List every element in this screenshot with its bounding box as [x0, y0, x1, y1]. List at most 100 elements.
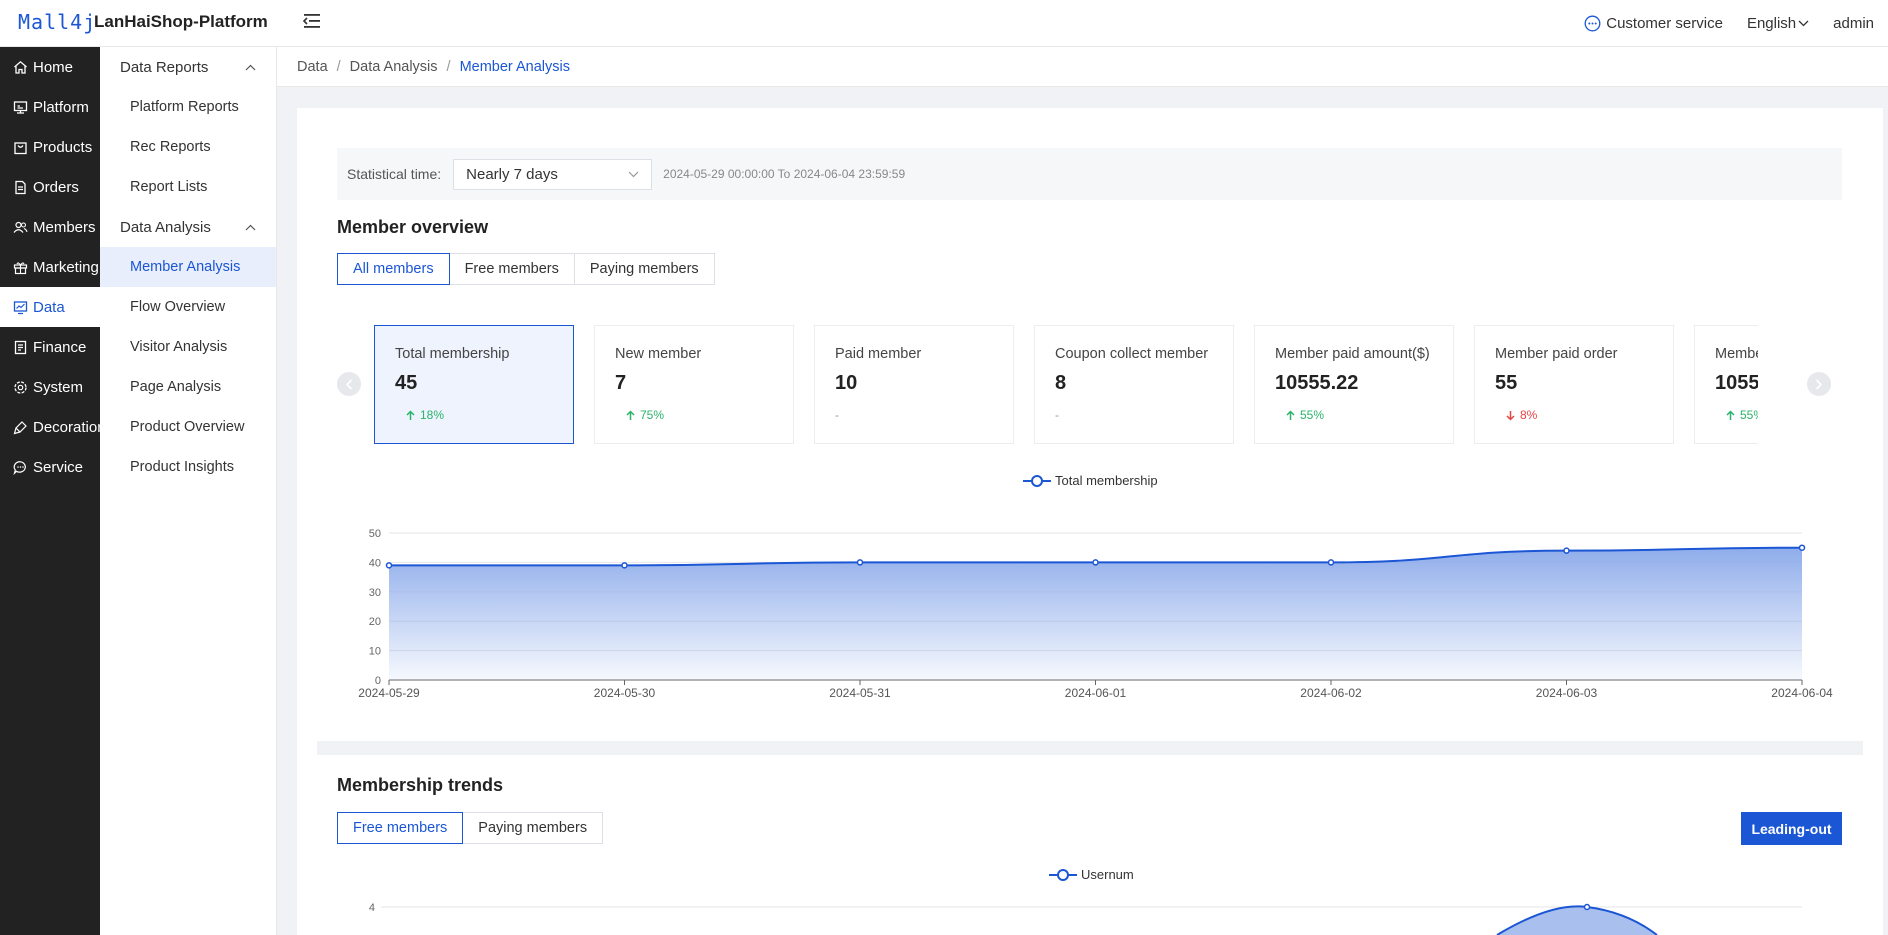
- metric-trend: 55%: [1286, 408, 1453, 422]
- nav-system[interactable]: System: [0, 367, 100, 407]
- metric-card[interactable]: Member paid amount($) 10555.22 55%: [1254, 325, 1454, 444]
- legend-label: Total membership: [1055, 473, 1158, 488]
- arrow-up-icon: [626, 409, 635, 420]
- nav-label: Products: [33, 138, 93, 156]
- total-membership-chart: 010203040502024-05-29 2024-05-30 2024-05-3…: [358, 528, 1833, 700]
- breadcrumb-item-data-analysis[interactable]: Data Analysis: [350, 59, 438, 75]
- metric-value: 45: [395, 372, 418, 394]
- chevron-left-icon: [345, 378, 353, 390]
- x-tick-label: 2024-05-31: [829, 686, 891, 700]
- x-tick-label: 2024-05-29: [358, 686, 420, 700]
- metric-trend: 55%: [1726, 408, 1758, 422]
- nav-label: Platform: [33, 98, 89, 116]
- series-area: [389, 547, 1802, 680]
- metric-label: Member client price: [1715, 346, 1758, 362]
- metric-cards-viewport: Total membership 45 18% New member 7 75% Paid …: [374, 325, 1758, 445]
- metric-trend: 18%: [406, 408, 573, 422]
- trend-chart-legend[interactable]: Usernum: [1049, 867, 1134, 882]
- nav-item-report-lists[interactable]: Report Lists: [100, 167, 276, 207]
- nav-group-data-analysis[interactable]: Data Analysis: [100, 207, 276, 247]
- nav-label: System: [33, 378, 84, 396]
- y-tick-label: 40: [369, 557, 381, 569]
- metric-card[interactable]: Member paid order 55 8%: [1474, 325, 1674, 444]
- secondary-sidebar: Data Reports Platform Reports Rec Report…: [100, 47, 277, 935]
- chevron-up-icon: [245, 64, 256, 70]
- metric-value: 55: [1495, 372, 1518, 394]
- nav-group-data-reports[interactable]: Data Reports: [100, 47, 276, 87]
- metric-trend: 75%: [626, 408, 793, 422]
- chart-legend[interactable]: Total membership: [1023, 473, 1158, 488]
- metric-label: Member paid order: [1495, 346, 1618, 362]
- breadcrumb-item-data[interactable]: Data: [297, 59, 328, 75]
- carousel-prev-button[interactable]: [337, 372, 361, 396]
- nav-members[interactable]: Members: [0, 207, 100, 247]
- nav-item-product-insights[interactable]: Product Insights: [100, 447, 276, 487]
- arrow-up-icon: [406, 409, 415, 420]
- nav-home[interactable]: Home: [0, 47, 100, 87]
- nav-item-page-analysis[interactable]: Page Analysis: [100, 367, 276, 407]
- nav-products[interactable]: Products: [0, 127, 100, 167]
- nav-item-visitor-analysis[interactable]: Visitor Analysis: [100, 327, 276, 367]
- data-point: [385, 562, 393, 569]
- brand-name: LanHaiShop-Platform: [94, 12, 268, 31]
- nav-label: Data: [33, 298, 65, 316]
- metric-trend: 8%: [1506, 408, 1673, 422]
- y-tick-label: 20: [369, 616, 381, 628]
- metric-card[interactable]: Coupon collect member 8 -: [1034, 325, 1234, 444]
- tab-paying-members[interactable]: Paying members: [573, 253, 715, 285]
- metric-trend-value: 55%: [1300, 408, 1325, 422]
- metric-card[interactable]: Total membership 45 18%: [374, 325, 574, 444]
- nav-item-product-overview[interactable]: Product Overview: [100, 407, 276, 447]
- nav-label: Finance: [33, 338, 87, 356]
- arrow-up-icon: [1286, 409, 1295, 420]
- tab-all-members[interactable]: All members: [337, 253, 450, 285]
- tab-trend-paying-members[interactable]: Paying members: [462, 812, 604, 844]
- metric-value: 10: [835, 372, 858, 394]
- time-range-text: 2024-05-29 00:00:00 To 2024-06-04 23:59:…: [663, 167, 906, 181]
- nav-decoration[interactable]: Decoration: [0, 407, 106, 447]
- nav-marketing[interactable]: Marketing: [0, 247, 100, 287]
- nav-item-flow-overview[interactable]: Flow Overview: [100, 287, 276, 327]
- user-menu[interactable]: admin: [1833, 15, 1874, 32]
- breadcrumb: Data / Data Analysis / Member Analysis: [277, 47, 1888, 87]
- member-type-tabs: All members Free members Paying members: [337, 253, 715, 285]
- customer-service-label: Customer service: [1606, 15, 1723, 32]
- nav-service[interactable]: Service: [0, 447, 100, 487]
- x-tick-label: 2024-06-02: [1300, 686, 1362, 700]
- language-select[interactable]: English: [1747, 15, 1809, 32]
- chevron-down-icon: [1798, 20, 1809, 27]
- carousel-next-button[interactable]: [1807, 372, 1831, 396]
- tab-free-members[interactable]: Free members: [448, 253, 575, 285]
- nav-platform[interactable]: Platform: [0, 87, 100, 127]
- nav-item-platform-reports[interactable]: Platform Reports: [100, 87, 276, 127]
- nav-orders[interactable]: Orders: [0, 167, 100, 207]
- chevron-down-icon: [628, 171, 639, 177]
- nav-item-rec-reports[interactable]: Rec Reports: [100, 127, 276, 167]
- metric-trend-value: 8%: [1520, 408, 1538, 422]
- menu-fold-icon[interactable]: [302, 12, 322, 30]
- nav-label: Service: [33, 458, 84, 476]
- nav-item-member-analysis[interactable]: Member Analysis: [100, 247, 276, 287]
- metric-label: Total membership: [395, 346, 510, 362]
- breadcrumb-item-current: Member Analysis: [459, 58, 570, 75]
- breadcrumb-separator: /: [446, 58, 451, 75]
- metric-card[interactable]: Member client price 1055.52 55%: [1694, 325, 1758, 444]
- data-point: [1563, 547, 1570, 554]
- legend-line-circle-icon: [1023, 474, 1051, 487]
- metric-card[interactable]: New member 7 75%: [594, 325, 794, 444]
- nav-data[interactable]: Data: [0, 287, 100, 327]
- nav-group-label: Data Analysis: [120, 218, 211, 236]
- tab-trend-free-members[interactable]: Free members: [337, 812, 464, 844]
- time-range-select[interactable]: Nearly 7 days: [453, 158, 653, 190]
- metric-card[interactable]: Paid member 10 -: [814, 325, 1014, 444]
- customer-service-link[interactable]: Customer service: [1584, 15, 1723, 32]
- brush-icon: [13, 420, 27, 434]
- nav-finance[interactable]: Finance: [0, 327, 100, 367]
- statistical-time-bar: Statistical time: Nearly 7 days 2024-05-…: [337, 148, 1842, 200]
- document-icon: [15, 180, 26, 194]
- primary-sidebar: Home Platform Products Orders Members Ma…: [0, 47, 106, 935]
- top-header: Mall4j LanHaiShop-Platform Customer serv…: [0, 0, 1888, 47]
- logo: Mall4j: [18, 10, 97, 34]
- export-button[interactable]: Leading-out: [1741, 812, 1842, 845]
- metric-label: Paid member: [835, 346, 922, 362]
